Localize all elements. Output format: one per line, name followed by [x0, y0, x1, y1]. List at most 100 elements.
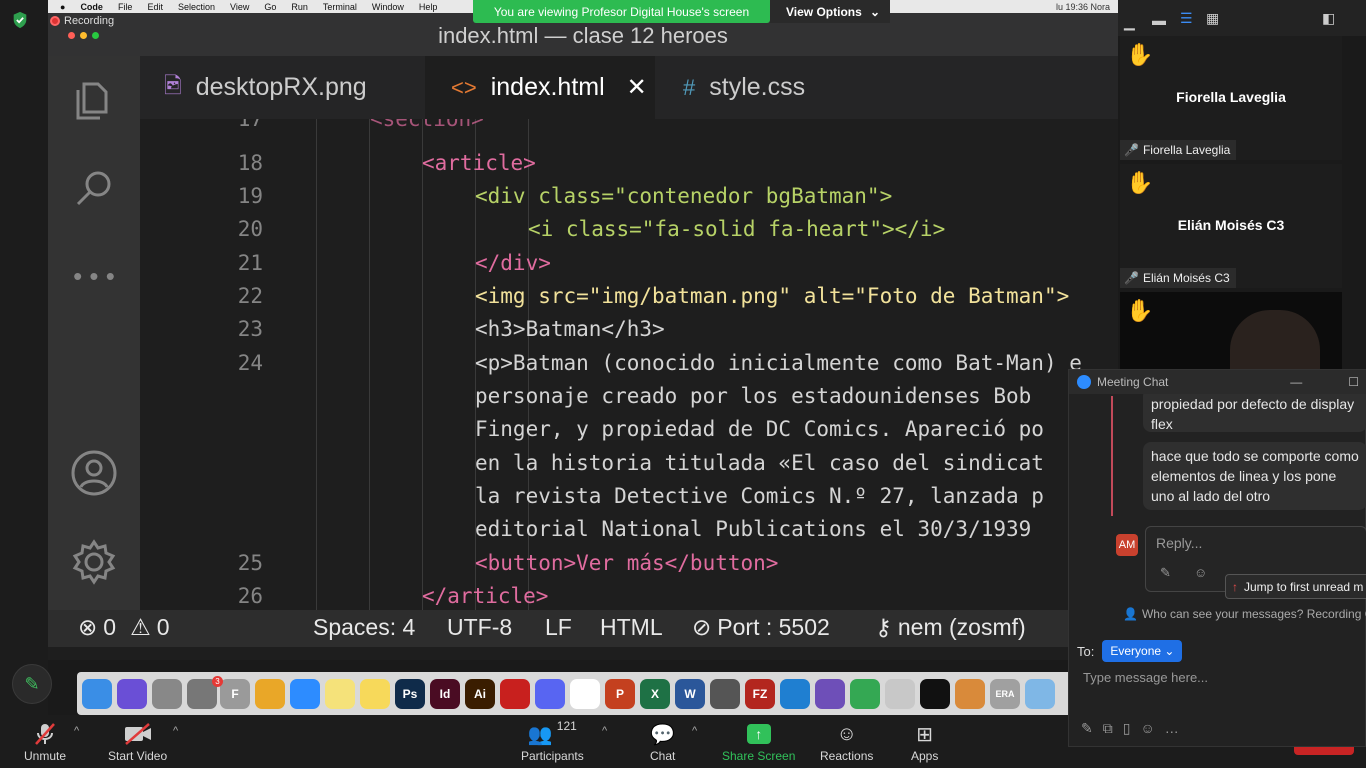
- participants-button[interactable]: 👥 121 Participants: [521, 719, 584, 763]
- dock-app-acrobat[interactable]: [500, 678, 530, 709]
- maximize-icon[interactable]: ☐: [1348, 375, 1359, 389]
- dock-app-stickies[interactable]: [360, 678, 390, 709]
- chat-title: Meeting Chat: [1097, 375, 1169, 389]
- recording-indicator[interactable]: Recording: [48, 13, 114, 28]
- chat-tools: ✎ ⧉ ▯ ☺ …: [1081, 720, 1179, 737]
- participant-tile[interactable]: ✋ Elián Moisés C3 🎤 Elián Moisés C3: [1120, 164, 1342, 288]
- zoom-logo-icon: [1077, 375, 1091, 389]
- participants-count: 121: [556, 719, 577, 733]
- dock-app-zoom[interactable]: [290, 678, 320, 709]
- menu-terminal[interactable]: Terminal: [323, 2, 357, 12]
- dock-app-powerpoint[interactable]: P: [605, 678, 635, 709]
- reactions-label: Reactions: [820, 749, 874, 763]
- participants-icon: 👥 121: [527, 719, 577, 746]
- tab-desktoprx-png[interactable]: 🖻 desktopRX.png: [140, 56, 425, 119]
- dock-app-terminal[interactable]: [920, 678, 950, 709]
- participant-video-tile[interactable]: ✋: [1120, 292, 1342, 370]
- annotate-pencil-button[interactable]: ✎: [12, 664, 52, 704]
- raised-hand-icon: ✋: [1126, 42, 1154, 67]
- unmute-button[interactable]: Unmute: [24, 719, 66, 763]
- dock-app-word[interactable]: W: [675, 678, 705, 709]
- reactions-button[interactable]: ☺ Reactions: [820, 719, 874, 764]
- dock-app-vscode[interactable]: [780, 678, 810, 709]
- view-options-button[interactable]: View Options ⌄: [770, 0, 890, 23]
- code-editor[interactable]: 17 18 19 20 21 22 23 24 25 26 <section> …: [140, 119, 1118, 610]
- dock-app-finder[interactable]: [82, 678, 112, 709]
- chat-button[interactable]: 💬 Chat: [650, 719, 675, 764]
- menu-app-name[interactable]: Code: [80, 2, 103, 12]
- dock-app-discord[interactable]: [535, 678, 565, 709]
- chevron-up-icon[interactable]: ^: [173, 725, 178, 737]
- format-icon[interactable]: ✎: [1160, 565, 1171, 581]
- jump-to-unread-button[interactable]: ↑ Jump to first unread m: [1225, 574, 1366, 599]
- screenshot-icon[interactable]: ⧉: [1103, 720, 1113, 737]
- line-number: 17: [237, 119, 263, 131]
- menu-window[interactable]: Window: [372, 2, 404, 12]
- indentation-setting[interactable]: Spaces: 4: [313, 614, 415, 641]
- apps-button[interactable]: ⊞ Apps: [911, 719, 938, 764]
- remote-user[interactable]: ⚷ nem (zosmf): [875, 614, 1026, 641]
- minimize-icon[interactable]: —: [1290, 375, 1302, 389]
- menu-view[interactable]: View: [230, 2, 249, 12]
- dock-app-font-book[interactable]: F: [220, 678, 250, 709]
- menu-run[interactable]: Run: [291, 2, 308, 12]
- dock-app-preview[interactable]: [885, 678, 915, 709]
- dock-app-calculator[interactable]: [710, 678, 740, 709]
- language-mode[interactable]: HTML: [600, 614, 663, 641]
- visibility-note[interactable]: 👤 Who can see your messages? Recording O…: [1069, 604, 1366, 624]
- more-icon[interactable]: …: [1165, 720, 1179, 737]
- more-ellipsis-icon[interactable]: • • •: [70, 252, 118, 300]
- menu-selection[interactable]: Selection: [178, 2, 215, 12]
- participant-tile[interactable]: ✋ Fiorella Laveglia 🎤 Fiorella Laveglia: [1120, 36, 1342, 160]
- emoji-icon[interactable]: ☺: [1140, 720, 1154, 737]
- chevron-up-icon[interactable]: ^: [74, 725, 79, 737]
- search-icon[interactable]: [70, 164, 118, 212]
- dock-app-launchpad[interactable]: [152, 678, 182, 709]
- apple-icon[interactable]: ●: [60, 2, 65, 12]
- file-icon[interactable]: ▯: [1123, 720, 1131, 737]
- dock-app-notes[interactable]: [325, 678, 355, 709]
- share-screen-button[interactable]: ↑ Share Screen: [722, 719, 795, 763]
- dock-app-folder[interactable]: [1025, 678, 1055, 709]
- dock-app-indesign[interactable]: Id: [430, 678, 460, 709]
- pip-icon[interactable]: ◧: [1322, 10, 1335, 27]
- chat-message-input[interactable]: Type message here...: [1083, 670, 1208, 685]
- start-video-button[interactable]: Start Video: [108, 719, 167, 763]
- menu-help[interactable]: Help: [419, 2, 438, 12]
- dock-app-github[interactable]: [815, 678, 845, 709]
- eol-setting[interactable]: LF: [545, 614, 572, 641]
- close-tab-icon[interactable]: ✕: [627, 73, 647, 102]
- dock-app-era[interactable]: ERA: [990, 678, 1020, 709]
- tab-style-css[interactable]: # style.css: [655, 56, 875, 119]
- encoding-setting[interactable]: UTF-8: [447, 614, 512, 641]
- chevron-up-icon[interactable]: ^: [602, 725, 607, 737]
- problems-indicator[interactable]: ⊗ 0 ⚠ 0: [78, 614, 170, 641]
- dock-app-drive[interactable]: [850, 678, 880, 709]
- menu-file[interactable]: File: [118, 2, 133, 12]
- emoji-icon[interactable]: ☺: [1194, 565, 1207, 580]
- dock-app-filezilla[interactable]: FZ: [745, 678, 775, 709]
- account-icon[interactable]: [70, 449, 118, 497]
- dock-app-chrome[interactable]: [255, 678, 285, 709]
- dock-app-excel[interactable]: X: [640, 678, 670, 709]
- minimize-icon[interactable]: ▁: [1124, 14, 1135, 31]
- dock-app-siri[interactable]: [117, 678, 147, 709]
- dock-app-photoshop[interactable]: Ps: [395, 678, 425, 709]
- tab-index-html[interactable]: <> index.html ✕: [425, 56, 655, 119]
- menu-go[interactable]: Go: [264, 2, 276, 12]
- dock-app-slack[interactable]: [570, 678, 600, 709]
- code-line: <img src="img/batman.png" alt="Foto de B…: [475, 284, 1070, 308]
- dock-app-photos[interactable]: [955, 678, 985, 709]
- recipient-dropdown[interactable]: Everyone ⌄: [1102, 640, 1183, 662]
- menu-edit[interactable]: Edit: [147, 2, 163, 12]
- speaker-view-icon[interactable]: ▬: [1152, 12, 1166, 28]
- share-banner: You are viewing Profesor Digital House's…: [473, 0, 770, 23]
- grid-view-icon[interactable]: ▦: [1206, 10, 1219, 27]
- format-icon[interactable]: ✎: [1081, 720, 1093, 737]
- live-server-port[interactable]: ⊘ Port : 5502: [692, 614, 830, 641]
- gear-icon[interactable]: [70, 538, 118, 586]
- dock-app-illustrator[interactable]: Ai: [465, 678, 495, 709]
- gallery-strip-icon[interactable]: ☰: [1180, 10, 1193, 27]
- explorer-files-icon[interactable]: [70, 76, 118, 124]
- chevron-up-icon[interactable]: ^: [692, 725, 697, 737]
